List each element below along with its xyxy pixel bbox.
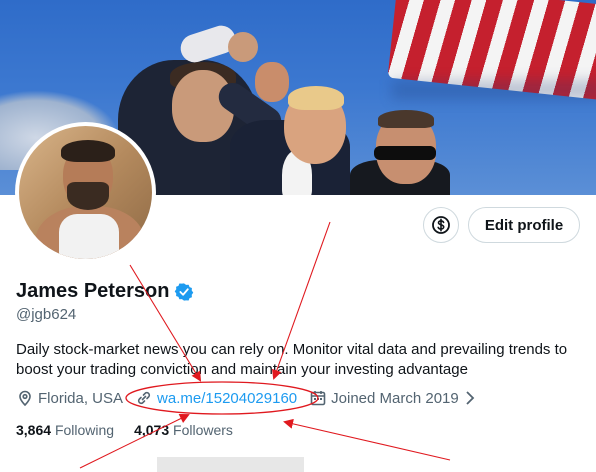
subscribe-button[interactable] [423, 207, 459, 243]
dollar-icon [432, 216, 450, 234]
followers-stat[interactable]: 4,073 Followers [134, 422, 233, 438]
followers-count: 4,073 [134, 422, 170, 438]
display-name: James Peterson [16, 280, 170, 302]
location-item: Florida, USA [16, 389, 123, 407]
joined-text: Joined March 2019 [331, 389, 459, 407]
link-item[interactable]: wa.me/15204029160 [135, 389, 297, 407]
avatar-photo [19, 126, 152, 259]
profile-bio: Daily stock-market news you can rely on.… [16, 341, 568, 378]
avatar-figure [67, 182, 109, 210]
avatar-figure [61, 140, 115, 162]
verified-badge-icon [175, 282, 194, 301]
profile-avatar[interactable] [15, 122, 156, 263]
following-stat[interactable]: 3,864 Following [16, 422, 114, 438]
link-icon [137, 391, 151, 405]
user-handle: @jgb624 [16, 306, 77, 323]
chevron-right-icon [466, 391, 475, 405]
banner-flag-shadow [392, 80, 596, 100]
banner-person [374, 146, 436, 160]
calendar-icon [310, 391, 326, 406]
location-icon [19, 390, 31, 407]
tab-placeholder [157, 457, 304, 472]
banner-person [255, 62, 289, 102]
banner-person [228, 32, 258, 62]
profile-meta: Florida, USA wa.me/15204029160 Joined Ma… [16, 389, 489, 407]
followers-label: Followers [173, 422, 233, 438]
follow-stats: 3,864 Following 4,073 Followers [16, 422, 253, 438]
joined-item[interactable]: Joined March 2019 [309, 389, 477, 407]
edit-profile-button[interactable]: Edit profile [468, 207, 580, 243]
annotation-arrow [283, 418, 451, 461]
name-row: James Peterson [16, 280, 194, 303]
avatar-figure [59, 214, 119, 259]
profile-link[interactable]: wa.me/15204029160 [157, 390, 297, 407]
location-text: Florida, USA [38, 389, 124, 407]
banner-person [378, 110, 434, 128]
following-count: 3,864 [16, 422, 52, 438]
following-label: Following [54, 422, 115, 438]
banner-person [288, 86, 344, 110]
